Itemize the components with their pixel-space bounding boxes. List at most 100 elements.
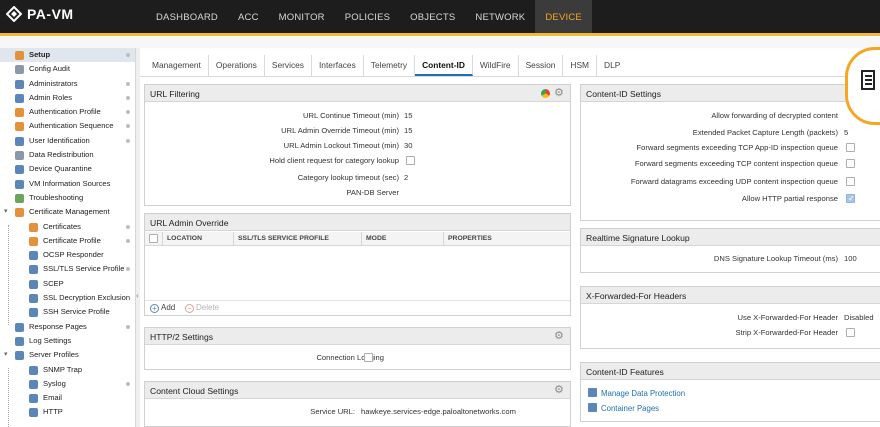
sidebar-item-device-quarantine[interactable]: Device Quarantine bbox=[0, 162, 135, 176]
setting-row: Service URL: hawkeye.services-edge.paloal… bbox=[310, 407, 516, 416]
snmp-trap-icon bbox=[29, 365, 38, 375]
tab-session[interactable]: Session bbox=[519, 55, 564, 76]
collapse-arrow-icon[interactable]: ‹ bbox=[136, 291, 139, 300]
container-pages-link[interactable]: Container Pages bbox=[588, 403, 659, 415]
nav-monitor[interactable]: MONITOR bbox=[269, 0, 335, 33]
setting-row: URL Admin Lockout Timeout (min) 30 bbox=[283, 141, 413, 150]
sidebar-item-server-profiles[interactable]: ▾ Server Profiles bbox=[0, 348, 135, 362]
authentication-profile-icon bbox=[15, 108, 24, 118]
sidebar-item-setup[interactable]: Setup bbox=[0, 48, 135, 63]
column-header-ssl-tls-profile[interactable]: SSL/TLS SERVICE PROFILE bbox=[233, 232, 361, 246]
sidebar-item-scep[interactable]: SCEP bbox=[0, 277, 135, 291]
sidebar-item-snmp-trap[interactable]: SNMP Trap bbox=[0, 363, 135, 377]
gear-icon[interactable]: ⚙ bbox=[554, 331, 565, 342]
sidebar-item-certificate-profile[interactable]: Certificate Profile bbox=[0, 234, 135, 248]
app-logo[interactable]: PA-VM bbox=[6, 6, 74, 22]
realtime-signature-lookup-panel: Realtime Signature Lookup DNS Signature … bbox=[580, 228, 880, 273]
nav-device[interactable]: DEVICE bbox=[535, 0, 592, 33]
panel-title: Realtime Signature Lookup bbox=[586, 233, 690, 243]
setting-row: Allow HTTP partial response bbox=[581, 193, 880, 205]
help-button[interactable] bbox=[845, 47, 880, 125]
strip-xff-checkbox[interactable] bbox=[846, 328, 855, 337]
sidebar-item-ssh-service-profile[interactable]: SSH Service Profile bbox=[0, 305, 135, 319]
nav-network[interactable]: NETWORK bbox=[465, 0, 535, 33]
nav-dashboard[interactable]: DASHBOARD bbox=[146, 0, 228, 33]
manage-data-protection-link[interactable]: Manage Data Protection bbox=[588, 388, 685, 400]
connection-logging-checkbox[interactable] bbox=[364, 353, 373, 362]
authentication-sequence-icon bbox=[15, 122, 24, 132]
setting-row: PAN-DB Server bbox=[346, 188, 399, 197]
tab-wildfire[interactable]: WildFire bbox=[473, 55, 519, 76]
sidebar-item-email[interactable]: Email bbox=[0, 391, 135, 405]
nav-acc[interactable]: ACC bbox=[228, 0, 269, 33]
sidebar-splitter[interactable] bbox=[136, 48, 140, 427]
sidebar-item-ssl-decryption-exclusion[interactable]: SSL Decryption Exclusion bbox=[0, 291, 135, 305]
tab-management[interactable]: Management bbox=[145, 55, 209, 76]
gear-icon[interactable]: ⚙ bbox=[554, 88, 565, 99]
sidebar-item-response-pages[interactable]: Response Pages bbox=[0, 320, 135, 334]
sidebar-item-vm-information-sources[interactable]: VM Information Sources bbox=[0, 177, 135, 191]
delete-button[interactable]: − Delete bbox=[185, 303, 219, 313]
column-header-properties[interactable]: PROPERTIES bbox=[443, 232, 570, 246]
sidebar-item-config-audit[interactable]: Config Audit bbox=[0, 62, 135, 76]
collapse-caret-icon[interactable]: ▾ bbox=[4, 205, 8, 219]
select-all-checkbox[interactable] bbox=[149, 234, 158, 243]
nav-objects[interactable]: OBJECTS bbox=[400, 0, 465, 33]
panel-title: Content-ID Settings bbox=[586, 89, 661, 99]
gear-icon[interactable]: ⚙ bbox=[554, 385, 565, 396]
commit-dot-icon bbox=[126, 110, 130, 115]
tab-services[interactable]: Services bbox=[265, 55, 312, 76]
setting-row: Hold client request for category lookup bbox=[145, 155, 570, 167]
panel-header: Content Cloud Settings ⚙ bbox=[145, 382, 570, 399]
ssh-service-profile-icon bbox=[29, 308, 38, 318]
tab-hsm[interactable]: HSM bbox=[563, 55, 598, 76]
ssl-decryption-exclusion-icon bbox=[29, 294, 38, 304]
minus-icon: − bbox=[185, 304, 194, 313]
top-navigation-bar: PA-VM DASHBOARD ACC MONITOR POLICIES OBJ… bbox=[0, 0, 880, 33]
add-button[interactable]: + Add bbox=[150, 303, 175, 313]
sidebar-item-admin-roles[interactable]: Admin Roles bbox=[0, 91, 135, 105]
sidebar-item-authentication-profile[interactable]: Authentication Profile bbox=[0, 105, 135, 119]
setting-row: DNS Signature Lookup Timeout (ms) 100 bbox=[713, 254, 857, 263]
hold-client-request-checkbox[interactable] bbox=[406, 156, 415, 165]
sidebar-item-http[interactable]: HTTP bbox=[0, 405, 135, 419]
tab-telemetry[interactable]: Telemetry bbox=[364, 55, 416, 76]
device-quarantine-icon bbox=[15, 165, 24, 175]
admin-roles-icon bbox=[15, 93, 24, 103]
column-header-mode[interactable]: MODE bbox=[361, 232, 443, 246]
sidebar-item-troubleshooting[interactable]: Troubleshooting bbox=[0, 191, 135, 205]
forward-tcp-content-checkbox[interactable] bbox=[846, 159, 855, 168]
sidebar-item-certificates[interactable]: Certificates bbox=[0, 220, 135, 234]
troubleshooting-icon bbox=[15, 193, 24, 203]
table-footer: + Add − Delete bbox=[145, 300, 570, 315]
tab-operations[interactable]: Operations bbox=[209, 55, 265, 76]
data-redistribution-icon bbox=[15, 151, 24, 161]
ssl-tls-service-profile-icon bbox=[29, 265, 38, 275]
sidebar-item-data-redistribution[interactable]: Data Redistribution bbox=[0, 148, 135, 162]
tab-interfaces[interactable]: Interfaces bbox=[312, 55, 364, 76]
setting-row: Connection Logging bbox=[316, 353, 384, 362]
tab-dlp[interactable]: DLP bbox=[597, 55, 627, 76]
panel-title: URL Filtering bbox=[150, 89, 200, 99]
tab-content-id[interactable]: Content-ID bbox=[415, 55, 473, 76]
ocsp-responder-icon bbox=[29, 251, 38, 261]
collapse-caret-icon[interactable]: ▾ bbox=[4, 348, 8, 362]
http-partial-response-checkbox[interactable] bbox=[846, 193, 855, 205]
forward-tcp-appid-checkbox[interactable] bbox=[846, 143, 855, 152]
sidebar-item-ssl-tls-service-profile[interactable]: SSL/TLS Service Profile bbox=[0, 262, 135, 276]
sidebar-item-administrators[interactable]: Administrators bbox=[0, 77, 135, 91]
panel-header: Realtime Signature Lookup bbox=[581, 229, 880, 246]
column-header-location[interactable]: LOCATION bbox=[162, 232, 233, 246]
scep-icon bbox=[29, 279, 38, 289]
sidebar-item-authentication-sequence[interactable]: Authentication Sequence bbox=[0, 119, 135, 133]
nav-policies[interactable]: POLICIES bbox=[335, 0, 400, 33]
sidebar-item-log-settings[interactable]: Log Settings bbox=[0, 334, 135, 348]
forward-udp-content-checkbox[interactable] bbox=[846, 177, 855, 186]
sidebar-item-certificate-management[interactable]: ▾ Certificate Management bbox=[0, 205, 135, 219]
setting-row: Forward datagrams exceeding UDP content … bbox=[581, 176, 880, 188]
sidebar-item-ocsp-responder[interactable]: OCSP Responder bbox=[0, 248, 135, 262]
chrome-icon bbox=[541, 89, 550, 98]
sidebar-item-user-identification[interactable]: User Identification bbox=[0, 134, 135, 148]
sidebar-item-syslog[interactable]: Syslog bbox=[0, 377, 135, 391]
syslog-icon bbox=[29, 379, 38, 389]
